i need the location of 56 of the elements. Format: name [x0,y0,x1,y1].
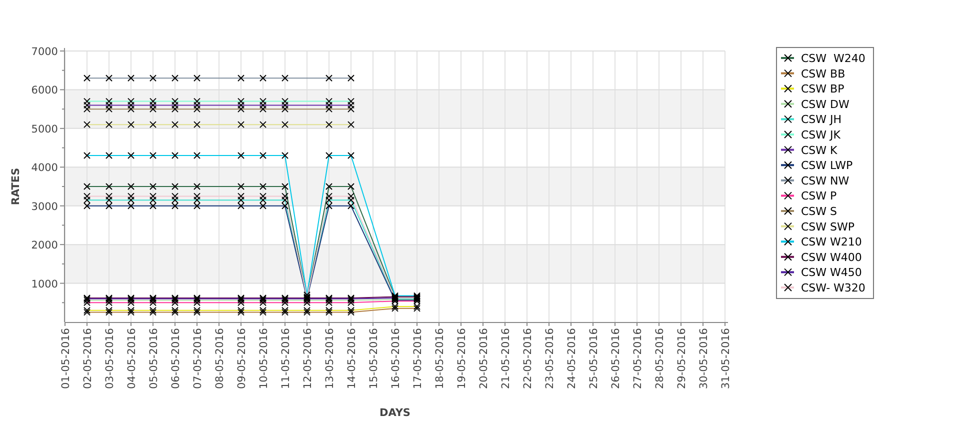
y-tick-label: 4000 [31,162,58,174]
x-tick-label: 22-05-2016 [522,328,534,390]
legend-label: CSW W400 [801,250,862,264]
legend-label: CSW BP [801,82,844,96]
x-tick-label: 04-05-2016 [126,328,138,390]
x-tick-label: 14-05-2016 [346,328,358,390]
x-tick-label: 20-05-2016 [478,328,490,390]
x-tick-label: 29-05-2016 [676,328,688,390]
x-tick-label: 23-05-2016 [544,328,556,390]
x-tick-label: 15-05-2016 [368,328,380,390]
legend-label: CSW P [801,190,837,203]
x-tick-label: 18-05-2016 [434,328,446,390]
x-tick-label: 02-05-2016 [82,328,94,390]
x-tick-label: 28-05-2016 [654,328,666,390]
legend-label: CSW S [801,205,838,218]
x-tick-label: 06-05-2016 [170,328,182,390]
legend-label: CSW W450 [801,266,862,280]
legend-label: CSW BB [801,67,846,80]
legend-label: CSW W240 [801,52,866,65]
x-tick-label: 21-05-2016 [500,328,512,390]
y-tick-label: 7000 [31,46,58,58]
x-tick-label: 05-05-2016 [148,328,160,390]
legend-label: CSW NW [801,174,850,188]
y-tick-label: 2000 [31,240,58,252]
legend-label: CSW JH [801,113,842,126]
x-tick-label: 03-05-2016 [104,328,116,390]
y-tick-label: 5000 [31,123,58,136]
x-tick-label: 30-05-2016 [698,328,710,390]
legend-label: CSW K [801,144,838,157]
x-tick-label: 11-05-2016 [280,328,292,390]
x-tick-label: 25-05-2016 [588,328,600,390]
y-tick-label: 3000 [31,200,58,213]
x-tick-label: 19-05-2016 [456,328,468,390]
x-tick-label: 27-05-2016 [632,328,644,390]
x-tick-label: 16-05-2016 [390,328,402,390]
legend-label: CSW DW [801,98,850,111]
legend-label: CSW SWP [801,220,855,234]
legend-label: CSW- W320 [801,282,866,294]
x-tick-label: 24-05-2016 [566,328,578,390]
x-tick-label: 01-05-2016 [60,328,72,390]
legend-label: CSW JK [801,128,840,142]
x-tick-label: 10-05-2016 [258,328,270,390]
y-axis-title: RATES [10,168,22,206]
y-tick-label: 1000 [31,278,58,290]
y-tick-label: 6000 [31,84,58,97]
x-tick-label: 09-05-2016 [236,328,248,390]
x-axis-title: DAYS [380,407,410,419]
legend-label: CSW LWP [801,159,853,172]
x-tick-label: 12-05-2016 [302,328,314,390]
x-tick-label: 17-05-2016 [412,328,424,390]
x-tick-label: 31-05-2016 [720,328,732,390]
x-tick-label: 07-05-2016 [192,328,204,390]
x-tick-label: 08-05-2016 [214,328,226,390]
x-tick-label: 13-05-2016 [324,328,336,390]
x-tick-label: 26-05-2016 [610,328,622,390]
legend-label: CSW W210 [801,236,862,249]
